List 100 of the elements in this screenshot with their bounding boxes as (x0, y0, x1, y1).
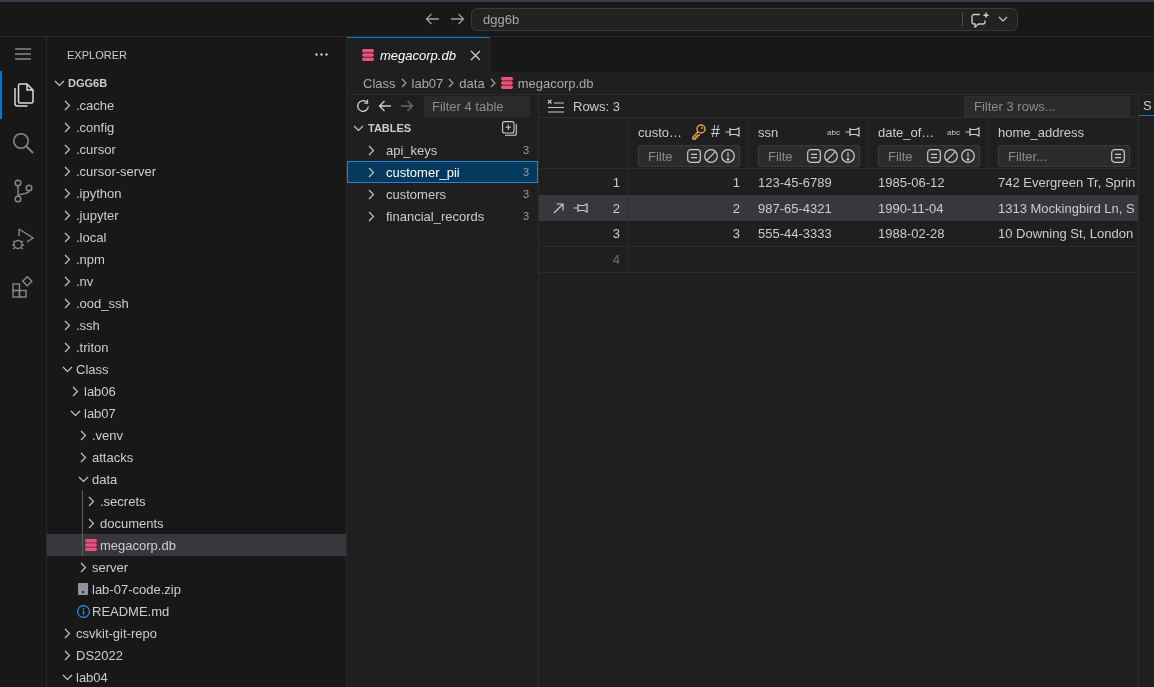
column-name[interactable]: date_of… (878, 124, 935, 140)
tree-item[interactable]: DS2022 (47, 644, 346, 666)
row-number: 2 (612, 200, 620, 216)
tree-item[interactable]: .triton (47, 336, 346, 358)
tree-item[interactable]: attacks (47, 446, 346, 468)
table-cell-text: 987-65-4321 (757, 199, 833, 218)
tree-item[interactable]: .jupyter (47, 204, 346, 226)
equals-square-icon[interactable] (687, 149, 701, 163)
row-count: 3 (522, 210, 529, 222)
column-filter-field[interactable]: Filte (648, 148, 684, 164)
pin-icon[interactable] (845, 127, 860, 137)
column-filter-box[interactable]: Filte (638, 145, 740, 167)
list-x-icon[interactable] (547, 99, 565, 113)
tree-item[interactable]: .ssh (47, 314, 346, 336)
slashed-circle-icon[interactable] (944, 149, 958, 163)
close-icon[interactable] (470, 49, 481, 61)
tree-item[interactable]: data (47, 468, 346, 490)
caret-down-icon[interactable] (998, 16, 1008, 22)
tree-item[interactable]: .nv (47, 270, 346, 292)
column-filter-field[interactable]: Filte (888, 148, 924, 164)
slashed-circle-icon[interactable] (824, 149, 838, 163)
panel-tab[interactable]: S (1139, 95, 1154, 116)
tree-item[interactable]: .cursor (47, 138, 346, 160)
type-label: abc (947, 127, 960, 137)
table-filter-field[interactable]: Filter 4 table (424, 95, 530, 117)
tree-item[interactable]: lab-07-code.zip (47, 578, 346, 600)
equals-square-icon[interactable] (927, 149, 941, 163)
forward-arrow-icon[interactable] (450, 13, 465, 25)
tree-item[interactable]: .config (47, 116, 346, 138)
back-arrow-icon[interactable] (378, 100, 392, 112)
diagonal-arrow-icon[interactable] (553, 202, 564, 214)
tree-item[interactable]: lab07 (47, 402, 346, 424)
tree-item[interactable]: .npm (47, 248, 346, 270)
file-icon (78, 583, 88, 595)
more-icon[interactable] (315, 53, 328, 56)
section-header[interactable]: TABLES (347, 122, 412, 134)
search-box[interactable]: dgg6b (471, 7, 1018, 31)
table-cell-text: 1 (731, 173, 741, 192)
refresh-icon[interactable] (356, 99, 370, 113)
chevron-right-icon (448, 78, 455, 88)
pin-icon[interactable] (725, 127, 740, 137)
tree-item[interactable]: csvkit-git-repo (47, 622, 346, 644)
column-filter-box[interactable]: Filter... (998, 145, 1130, 167)
exclamation-circle-icon[interactable] (721, 149, 735, 163)
table-cell-text: 3 (731, 225, 741, 243)
tree-item[interactable]: .ipython (47, 182, 346, 204)
table-cell-text: 1985-06-12 (877, 173, 946, 192)
tree-item[interactable]: .local (47, 226, 346, 248)
tree-item[interactable]: .secrets (47, 490, 346, 512)
column-filter-box[interactable]: Filte (758, 145, 860, 167)
tree-item[interactable]: .cache (47, 94, 346, 116)
table-list-item[interactable]: financial_records 3 (347, 205, 538, 227)
chat-sparkle-icon[interactable] (971, 10, 990, 28)
tree-item[interactable]: .venv (47, 424, 346, 446)
tree-item[interactable]: .ood_ssh (47, 292, 346, 314)
column-filter-field[interactable]: Filte (768, 148, 804, 164)
column-filter-field[interactable]: Filter... (1008, 148, 1108, 164)
editor-tab[interactable]: megacorp.db (347, 37, 490, 72)
tree-item[interactable]: lab06 (47, 380, 346, 402)
row-filter-field[interactable]: Filter 3 rows... (964, 95, 1130, 117)
tree-item[interactable]: lab04 (47, 666, 346, 687)
database-icon (500, 77, 513, 89)
info-icon (76, 604, 90, 618)
pin-icon[interactable] (573, 203, 588, 213)
table-list-item[interactable]: customer_pii 3 (347, 161, 538, 183)
table-cell-text: 555-44-3333 (757, 225, 833, 243)
table-list-item[interactable]: customers 3 (347, 183, 538, 205)
table-row[interactable]: 3 3 555-44-3333 1988-02-28 10 Downing St, London (539, 221, 1138, 247)
column-name[interactable]: custo… (638, 124, 683, 140)
breadcrumb-item[interactable]: lab07 (411, 75, 444, 91)
slashed-circle-icon[interactable] (704, 149, 718, 163)
table-list-item[interactable]: api_keys 3 (347, 139, 538, 161)
pin-icon[interactable] (965, 127, 980, 137)
breadcrumb-item[interactable]: megacorp.db (500, 75, 594, 91)
back-arrow-icon[interactable] (425, 13, 440, 25)
breadcrumb-item[interactable]: Class (363, 75, 396, 91)
table-cell-text: 1988-02-28 (877, 225, 946, 243)
run-debug-icon (11, 227, 35, 251)
table-cell-text: 742 Evergreen Tr, Sprin (997, 173, 1137, 192)
tree-item[interactable]: DGG6B (47, 72, 346, 94)
equals-square-icon[interactable] (1111, 149, 1125, 163)
tree-item[interactable]: Class (47, 358, 346, 380)
row-count: 3 (522, 144, 529, 156)
column-name[interactable]: ssn (758, 124, 779, 140)
column-filter-box[interactable]: Filte (878, 145, 980, 167)
exclamation-circle-icon[interactable] (841, 149, 855, 163)
tree-item[interactable]: server (47, 556, 346, 578)
chevron-right-icon (367, 210, 375, 222)
tree-item[interactable]: .cursor-server (47, 160, 346, 182)
breadcrumb-item[interactable]: data (459, 75, 485, 91)
tree-item[interactable]: megacorp.db (47, 534, 346, 556)
table-row[interactable]: 2 2 987-65-4321 1990-11-04 1313 Mockingbird Ln, S (539, 195, 1138, 221)
tree-item[interactable]: documents (47, 512, 346, 534)
equals-square-icon[interactable] (807, 149, 821, 163)
row-count: 3 (522, 188, 529, 200)
column-name[interactable]: home_address (998, 124, 1084, 140)
tree-item[interactable]: README.md (47, 600, 346, 622)
add-table-icon[interactable] (502, 120, 517, 136)
exclamation-circle-icon[interactable] (961, 149, 975, 163)
forward-arrow-icon[interactable] (400, 100, 414, 112)
